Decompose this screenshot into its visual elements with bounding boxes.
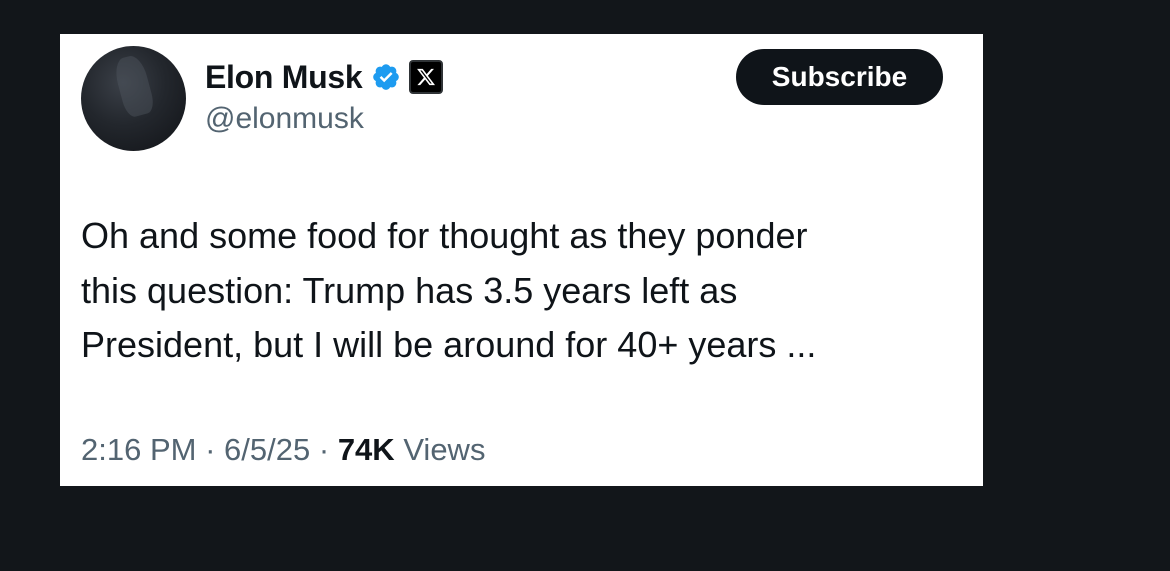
tweet-card: Elon Musk @elonmusk Subscribe Oh and som… [60, 34, 983, 486]
tweet-text-line: Oh and some food for thought as they pon… [81, 215, 808, 256]
tweet-metadata: 2:16 PM · 6/5/25 · 74K Views [81, 432, 485, 468]
subscribe-button[interactable]: Subscribe [736, 49, 943, 105]
author-handle[interactable]: @elonmusk [205, 102, 364, 136]
tweet-date[interactable]: 6/5/25 [224, 432, 310, 467]
verified-badge-icon[interactable] [371, 62, 401, 92]
meta-separator: · [318, 432, 330, 467]
views-count: 74K [337, 432, 395, 467]
author-name-row: Elon Musk [205, 56, 444, 98]
tweet-text-line: this question: Trump has 3.5 years left … [81, 269, 738, 311]
author-display-name[interactable]: Elon Musk [205, 59, 363, 96]
x-logo-icon[interactable] [409, 60, 444, 94]
tweet-text: Oh and some food for thought as they pon… [81, 209, 961, 373]
tweet-text-line: President, but I will be around for 40+ … [81, 324, 817, 365]
tweet-time[interactable]: 2:16 PM [81, 432, 196, 467]
avatar[interactable] [81, 46, 186, 151]
meta-separator: · [205, 432, 216, 467]
views-label: Views [403, 432, 486, 467]
